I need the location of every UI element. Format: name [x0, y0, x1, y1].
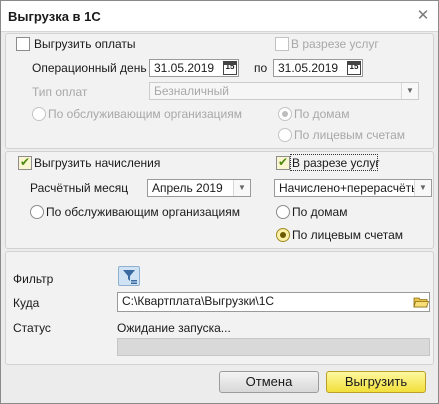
- title-bar: Выгрузка в 1С ✕: [1, 1, 438, 32]
- payments-by-account-radio[interactable]: [278, 128, 292, 142]
- status-label: Статус: [13, 321, 51, 335]
- charges-by-service-checkbox[interactable]: [276, 155, 290, 170]
- calendar-icon[interactable]: 15: [347, 61, 361, 75]
- charges-panel: Выгрузить начисления В разрезе услуг Рас…: [5, 151, 434, 249]
- export-charges-checkbox[interactable]: [18, 155, 32, 170]
- payments-panel: Выгрузить оплаты В разрезе услуг Операци…: [5, 33, 434, 149]
- export-payments-checkbox[interactable]: [16, 37, 30, 51]
- charges-by-org-radio[interactable]: [30, 205, 44, 219]
- payments-by-service-checkbox[interactable]: [275, 37, 289, 51]
- export-dialog: Выгрузка в 1С ✕ Выгрузить оплаты В разре…: [0, 0, 439, 404]
- filter-icon[interactable]: [118, 266, 140, 286]
- charges-by-account-label: По лицевым счетам: [292, 228, 404, 242]
- status-value: Ожидание запуска...: [117, 321, 231, 335]
- to-label: по: [254, 61, 268, 75]
- charges-by-house-radio[interactable]: [276, 205, 290, 219]
- payments-by-house-label: По домам: [294, 107, 350, 121]
- export-button[interactable]: Выгрузить: [326, 371, 426, 393]
- progress-bar: [117, 338, 430, 356]
- calendar-icon[interactable]: 15: [223, 61, 237, 75]
- charges-by-house-label: По домам: [292, 205, 348, 219]
- charges-by-org-label: По обслуживающим организациям: [46, 205, 240, 219]
- charges-by-account-radio[interactable]: [276, 228, 290, 242]
- calc-type-select[interactable]: Начислено+перерасчёты ▼: [274, 179, 432, 197]
- pay-type-select[interactable]: Безналичный ▼: [149, 82, 419, 100]
- export-payments-label: Выгрузить оплаты: [34, 37, 136, 51]
- window-title: Выгрузка в 1С: [8, 9, 101, 24]
- payments-by-account-label: По лицевым счетам: [294, 128, 406, 142]
- op-day-label: Операционный день: [32, 61, 147, 75]
- chevron-down-icon[interactable]: ▼: [414, 180, 431, 196]
- pay-type-value: Безналичный: [154, 84, 229, 98]
- payments-by-house-radio[interactable]: [278, 107, 292, 121]
- export-charges-label: Выгрузить начисления: [34, 156, 161, 170]
- month-value: Апрель 2019: [152, 181, 223, 195]
- month-select[interactable]: Апрель 2019 ▼: [147, 179, 251, 197]
- chevron-down-icon[interactable]: ▼: [401, 83, 418, 99]
- payments-by-service-label: В разрезе услуг: [291, 37, 379, 51]
- cancel-button[interactable]: Отмена: [219, 371, 319, 393]
- chevron-down-icon[interactable]: ▼: [233, 180, 250, 196]
- close-icon[interactable]: ✕: [414, 7, 432, 25]
- calc-type-value: Начислено+перерасчёты: [279, 181, 420, 195]
- folder-open-icon[interactable]: [413, 294, 430, 310]
- pay-type-label: Тип оплат: [32, 85, 88, 99]
- dest-path-input[interactable]: C:\Квартплата\Выгрузки\1С: [117, 292, 430, 312]
- filter-label: Фильтр: [13, 272, 54, 286]
- dest-label: Куда: [13, 296, 40, 310]
- settings-panel: Фильтр Куда C:\Квартплата\Выгрузки\1С Ст…: [5, 251, 434, 365]
- month-label: Расчётный месяц: [30, 181, 129, 195]
- payments-by-org-radio[interactable]: [32, 107, 46, 121]
- charges-by-service-label: В разрезе услуг: [292, 156, 380, 170]
- payments-by-org-label: По обслуживающим организациям: [48, 107, 242, 121]
